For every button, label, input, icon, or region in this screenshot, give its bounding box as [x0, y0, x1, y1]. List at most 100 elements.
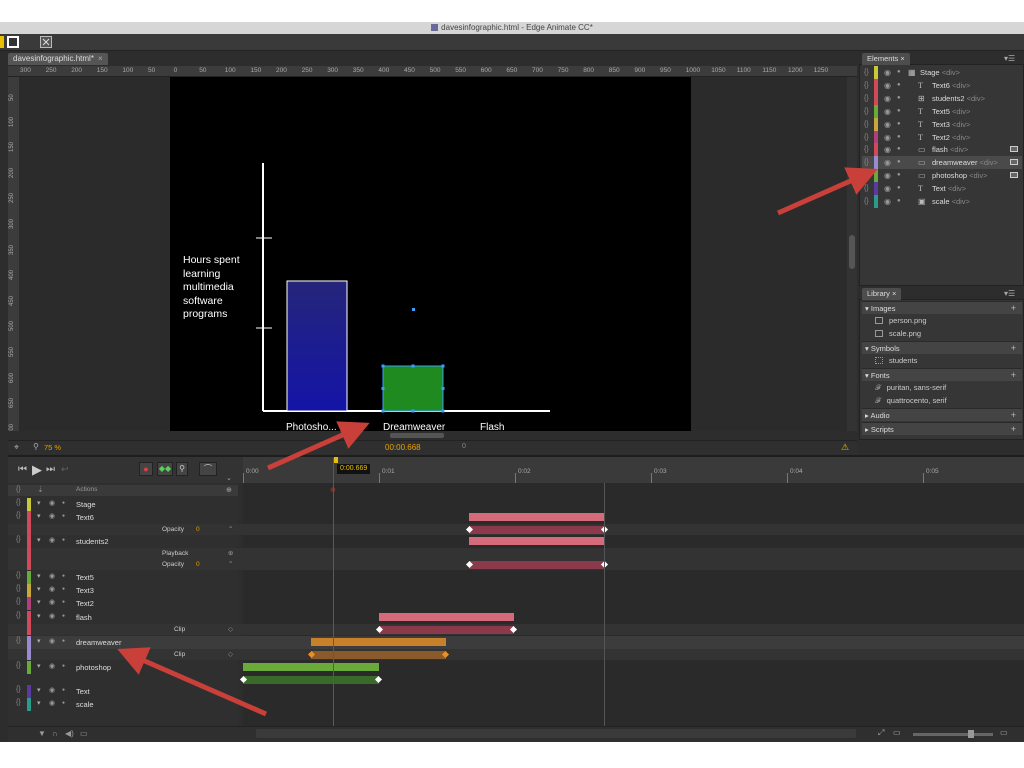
timeline-layer-row[interactable]: {} ▾ ◉ ● Text5 — [8, 571, 1024, 584]
library-section-symbols[interactable]: ▾ Symbols + — [862, 341, 1022, 354]
timeline-property-row[interactable]: Clip ◇ — [8, 624, 1024, 635]
visibility-eye-icon[interactable]: ◉ — [884, 92, 891, 105]
easing-icon[interactable]: ⌒ — [199, 462, 217, 476]
visibility-eye-icon[interactable]: ◉ — [49, 686, 55, 694]
lock-dot-icon[interactable]: ● — [62, 513, 65, 519]
visibility-eye-icon[interactable]: ◉ — [884, 118, 891, 131]
actions-brace-icon[interactable]: {} — [16, 512, 21, 519]
lock-dot-icon[interactable]: ● — [62, 638, 65, 644]
actions-brace-icon[interactable]: {} — [16, 536, 21, 543]
visibility-eye-icon[interactable]: ◉ — [884, 79, 891, 92]
lock-icon[interactable]: ∩ — [52, 729, 58, 738]
stage-vertical-scrollbar[interactable] — [847, 77, 857, 431]
actions-brace-icon[interactable]: {} — [864, 169, 869, 182]
element-lifespan-bar[interactable] — [469, 513, 605, 521]
lock-dot-icon[interactable]: ● — [897, 131, 901, 144]
property-value[interactable]: 0 — [196, 559, 200, 570]
actions-brace-icon[interactable]: {} — [864, 66, 869, 79]
lock-dot-icon[interactable]: ● — [897, 143, 901, 156]
add-action-icon[interactable]: ⊕ — [226, 486, 232, 494]
visibility-eye-icon[interactable]: ◉ — [49, 662, 55, 670]
element-lifespan-bar[interactable] — [379, 613, 514, 621]
visibility-eye-icon[interactable]: ◉ — [49, 499, 55, 507]
element-row-text2[interactable]: {} ◉ ● T Text2 <div> — [862, 130, 1022, 144]
lock-dot-icon[interactable]: ● — [62, 599, 65, 605]
library-item[interactable]: scale.png — [875, 328, 921, 340]
audio-icon[interactable]: ◀) — [65, 729, 74, 738]
actions-brace-icon[interactable]: {} — [16, 598, 21, 605]
library-section-images[interactable]: ▾ Images + — [862, 301, 1022, 314]
close-tab-icon[interactable]: × — [98, 54, 103, 63]
stage[interactable]: Hours spent learning multimedia software… — [170, 77, 691, 431]
lock-dot-icon[interactable]: ● — [62, 586, 65, 592]
element-row-photoshop[interactable]: {} ◉ ● ▭ photoshop <div> — [862, 169, 1022, 183]
panel-menu-icon[interactable]: ▾☰ — [1004, 54, 1015, 63]
element-lifespan-bar[interactable] — [243, 663, 379, 671]
actions-brace-icon[interactable]: {} — [864, 156, 869, 169]
element-row-text[interactable]: {} ◉ ● T Text <div> — [862, 182, 1022, 196]
add-icon[interactable]: + — [1011, 369, 1016, 382]
crosshair-icon[interactable]: ⌖ — [14, 442, 19, 453]
keyframe-transition-bar[interactable] — [379, 626, 514, 634]
element-row-dreamweaver[interactable]: {} ◉ ● ▭ dreamweaver <div> — [862, 156, 1022, 170]
expand-icon[interactable]: ▾ — [37, 686, 41, 694]
property-value[interactable]: 0 — [196, 524, 200, 535]
element-row-scale[interactable]: {} ◉ ● ▣ scale <div> — [862, 195, 1022, 208]
add-icon[interactable]: + — [1011, 302, 1016, 315]
visibility-eye-icon[interactable]: ◉ — [49, 598, 55, 606]
visibility-eye-icon[interactable]: ◉ — [884, 143, 891, 156]
zoom-slider-handle[interactable] — [968, 730, 974, 738]
timeline-layer-row[interactable]: {} ▾ ◉ ● Stage — [8, 498, 1024, 511]
timeline-horizontal-scrollbar[interactable] — [256, 729, 856, 738]
visibility-eye-icon[interactable]: ◉ — [884, 156, 891, 169]
library-section-scripts[interactable]: ▸ Scripts + — [862, 422, 1022, 435]
keyframe-transition-bar[interactable] — [469, 561, 605, 569]
stage-horizontal-scrollbar[interactable] — [170, 431, 691, 440]
expand-icon[interactable]: ▾ — [37, 585, 41, 593]
element-row-students2[interactable]: {} ◉ ● ⊞ students2 <div> — [862, 91, 1022, 105]
visibility-eye-icon[interactable]: ◉ — [49, 612, 55, 620]
keyframe-transition-bar[interactable] — [469, 526, 605, 534]
warning-icon[interactable]: ⚠ — [841, 442, 849, 453]
lock-dot-icon[interactable]: ● — [62, 613, 65, 619]
visibility-eye-icon[interactable]: ◉ — [884, 195, 891, 208]
timeline-property-row[interactable]: Clip ◇ — [8, 649, 1024, 660]
lock-dot-icon[interactable]: ● — [897, 182, 901, 195]
actions-brace-icon[interactable]: {} — [864, 79, 869, 92]
zoom-slider[interactable] — [913, 733, 993, 736]
actions-brace-icon[interactable]: {} — [16, 637, 21, 644]
visibility-eye-icon[interactable]: ◉ — [884, 169, 891, 182]
element-lifespan-bar[interactable] — [469, 537, 605, 545]
visibility-eye-icon[interactable]: ◉ — [49, 637, 55, 645]
lock-dot-icon[interactable]: ● — [897, 92, 901, 105]
actions-brace-icon[interactable]: {} — [864, 105, 869, 118]
visibility-eye-icon[interactable]: ◉ — [49, 699, 55, 707]
playhead-handle[interactable] — [334, 457, 338, 463]
expand-icon[interactable]: ▾ — [37, 612, 41, 620]
actions-brace-icon[interactable]: {} — [16, 699, 21, 706]
chart-bar-photosho[interactable] — [286, 280, 348, 412]
filter-icon[interactable]: ▼ — [38, 729, 46, 738]
expand-icon[interactable]: ▾ — [37, 512, 41, 520]
clip-icon[interactable] — [1010, 159, 1018, 166]
property-option-icon[interactable]: ◇ — [228, 650, 233, 658]
library-section-fonts[interactable]: ▾ Fonts + — [862, 368, 1022, 381]
visibility-eye-icon[interactable]: ◉ — [49, 585, 55, 593]
property-option-icon[interactable]: ⌃ — [228, 560, 233, 568]
add-icon[interactable]: + — [1011, 342, 1016, 355]
timeline-layer-row[interactable]: {} ▾ ◉ ● Text3 — [8, 584, 1024, 597]
timeline-property-row[interactable]: Opacity 0 ⌃ — [8, 559, 1024, 570]
timeline-layer-row[interactable]: {} ▾ ◉ ● Text — [8, 675, 1024, 698]
document-tab[interactable]: davesinfographic.html* × — [8, 53, 108, 65]
element-row-text6[interactable]: {} ◉ ● T Text6 <div> — [862, 78, 1022, 92]
close-panel-icon[interactable]: × — [892, 289, 896, 298]
actions-row[interactable]: {} ⇣ Actions ⊕ — [8, 485, 238, 496]
chart-bar-dreamweaver[interactable] — [382, 365, 444, 412]
pin-icon[interactable]: ⚲ — [176, 462, 188, 476]
property-option-icon[interactable]: ⊕ — [228, 549, 233, 557]
zoom-fit-icon[interactable]: ⤢ — [878, 728, 884, 738]
actions-brace-icon[interactable]: {} — [16, 499, 21, 506]
clip-icon[interactable] — [1010, 146, 1018, 153]
zoom-level[interactable]: 75 % — [44, 443, 61, 452]
actions-brace-icon[interactable]: {} — [864, 195, 869, 208]
